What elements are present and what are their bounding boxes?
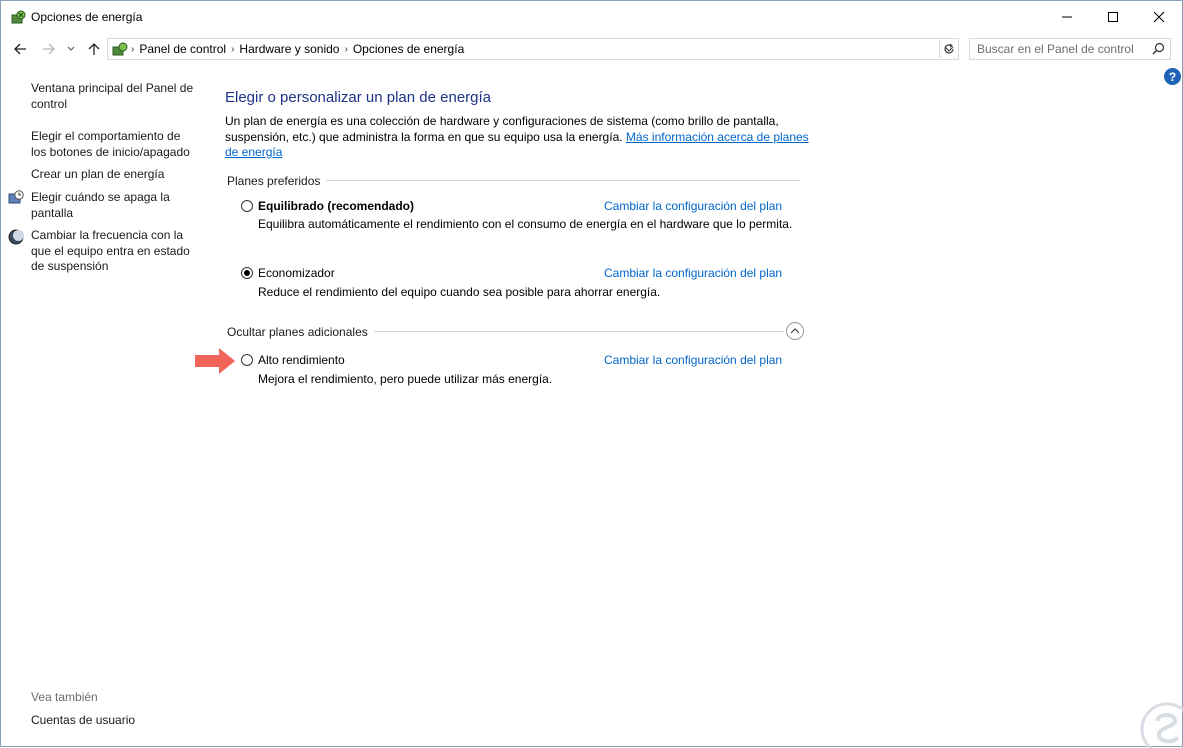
window-title: Opciones de energía bbox=[31, 10, 143, 24]
plan-high-performance-description: Mejora el rendimiento, pero puede utiliz… bbox=[258, 372, 553, 386]
recent-locations-button[interactable] bbox=[65, 40, 77, 58]
help-button[interactable]: ? bbox=[1164, 68, 1181, 85]
plan-balanced-name[interactable]: Equilibrado (recomendado) bbox=[258, 199, 414, 213]
title-bar: Opciones de energía bbox=[1, 1, 1182, 32]
plan-high-performance-name[interactable]: Alto rendimiento bbox=[258, 353, 345, 367]
minimize-icon bbox=[1062, 16, 1072, 17]
refresh-button[interactable] bbox=[939, 40, 958, 58]
search-input[interactable] bbox=[970, 39, 1147, 59]
display-clock-icon bbox=[8, 190, 24, 204]
close-button[interactable] bbox=[1136, 1, 1182, 32]
maximize-icon bbox=[1108, 11, 1118, 22]
close-icon bbox=[1153, 11, 1165, 22]
plan-saver-change-link[interactable]: Cambiar la configuración del plan bbox=[604, 266, 782, 280]
sidebar-item-power-buttons[interactable]: Elegir el comportamiento de los botones … bbox=[31, 129, 196, 160]
power-options-icon bbox=[11, 10, 26, 24]
help-icon: ? bbox=[1168, 69, 1177, 84]
sidebar-item-create-plan[interactable]: Crear un plan de energía bbox=[31, 167, 196, 183]
breadcrumb-power-options[interactable]: Opciones de energía bbox=[349, 42, 468, 56]
search-button[interactable] bbox=[1152, 42, 1165, 58]
collapse-additional-button[interactable] bbox=[786, 322, 804, 340]
plan-balanced-change-link[interactable]: Cambiar la configuración del plan bbox=[604, 199, 782, 213]
sidebar-item-sleep[interactable]: Cambiar la frecuencia con la que el equi… bbox=[31, 228, 196, 275]
breadcrumb-hardware-sound[interactable]: Hardware y sonido bbox=[235, 42, 343, 56]
search-box bbox=[969, 38, 1171, 60]
up-button[interactable] bbox=[85, 40, 103, 58]
address-bar[interactable]: › Panel de control › Hardware y sonido ›… bbox=[107, 38, 959, 60]
user-accounts-link[interactable]: Cuentas de usuario bbox=[31, 713, 135, 727]
watermark-logo-icon bbox=[1140, 702, 1183, 748]
see-also-heading: Vea también bbox=[31, 690, 98, 704]
additional-plans-heading[interactable]: Ocultar planes adicionales bbox=[227, 325, 374, 339]
maximize-button[interactable] bbox=[1090, 1, 1136, 32]
refresh-icon bbox=[944, 43, 954, 54]
plan-saver-name[interactable]: Economizador bbox=[258, 266, 335, 280]
highlight-arrow-icon bbox=[195, 348, 235, 374]
sidebar-item-display-off[interactable]: Elegir cuándo se apaga la pantalla bbox=[31, 190, 196, 221]
power-options-window: Opciones de energía › Panel de control ›… bbox=[0, 0, 1183, 748]
plan-high-performance-radio[interactable] bbox=[241, 354, 253, 366]
plan-balanced-description: Equilibra automáticamente el rendimiento… bbox=[258, 217, 793, 231]
plan-saver-radio[interactable] bbox=[241, 267, 253, 279]
search-icon bbox=[1152, 42, 1165, 55]
plan-balanced-radio[interactable] bbox=[241, 200, 253, 212]
intro-paragraph: Un plan de energía es una colección de h… bbox=[225, 114, 815, 161]
page-title: Elegir o personalizar un plan de energía bbox=[225, 89, 492, 106]
back-button[interactable] bbox=[11, 40, 29, 58]
forward-arrow-icon bbox=[43, 43, 55, 55]
forward-button[interactable] bbox=[40, 40, 58, 58]
minimize-button[interactable] bbox=[1044, 1, 1090, 32]
preferred-plans-heading: Planes preferidos bbox=[227, 174, 327, 188]
moon-sleep-icon bbox=[8, 229, 24, 245]
plan-high-performance-change-link[interactable]: Cambiar la configuración del plan bbox=[604, 353, 782, 367]
address-row: › Panel de control › Hardware y sonido ›… bbox=[1, 36, 1182, 62]
back-arrow-icon bbox=[14, 43, 26, 55]
plan-saver-description: Reduce el rendimiento del equipo cuando … bbox=[258, 285, 661, 299]
sidebar-item-control-panel-home[interactable]: Ventana principal del Panel de control bbox=[31, 81, 196, 112]
up-arrow-icon bbox=[88, 43, 100, 55]
chevron-down-icon bbox=[67, 46, 75, 51]
breadcrumb-control-panel[interactable]: Panel de control bbox=[135, 42, 230, 56]
control-panel-icon bbox=[112, 42, 128, 56]
chevron-up-icon bbox=[790, 328, 800, 334]
